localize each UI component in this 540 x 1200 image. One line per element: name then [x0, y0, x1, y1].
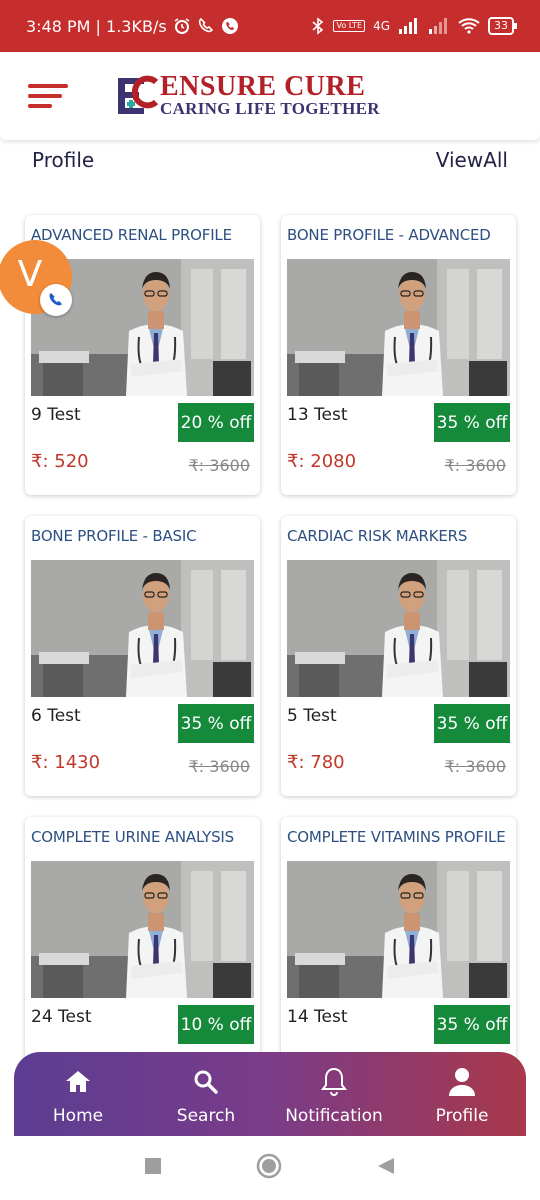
card-title: COMPLETE VITAMINS PROFILE: [287, 828, 506, 846]
call-forward-icon: [197, 17, 215, 35]
card-title: BONE PROFILE - BASIC: [31, 527, 197, 545]
nav-home[interactable]: Home: [18, 1064, 138, 1126]
card-title: CARDIAC RISK MARKERS: [287, 527, 468, 545]
doctor-image: [287, 560, 510, 697]
card-test-count: 9 Test: [31, 405, 81, 425]
nav-home-label: Home: [52, 1106, 104, 1126]
bell-icon: [318, 1064, 350, 1100]
nav-search[interactable]: Search: [146, 1064, 266, 1126]
card-original-price: ₹: 3600: [444, 456, 506, 475]
card-title: ADVANCED RENAL PROFILE: [31, 226, 232, 244]
doctor-image: [31, 560, 254, 697]
user-icon: [446, 1064, 478, 1100]
card-test-count: 24 Test: [31, 1007, 92, 1027]
volte-badge: Vo LTE: [333, 20, 366, 32]
battery-indicator: 33: [488, 17, 517, 35]
signal-2-icon: [428, 18, 450, 34]
test-package-card[interactable]: CARDIAC RISK MARKERS 5 Test 35 % off ₹: 780…: [281, 516, 516, 796]
home-icon: [63, 1064, 93, 1100]
card-original-price: ₹: 3600: [188, 456, 250, 475]
menu-button[interactable]: [24, 80, 72, 112]
card-price: ₹: 1430: [31, 752, 101, 773]
card-test-count: 14 Test: [287, 1007, 348, 1027]
doctor-image: [287, 259, 510, 396]
system-navigation-bar: [0, 1136, 540, 1200]
signal-icon: [398, 18, 420, 34]
section-title: Profile: [32, 148, 95, 172]
view-all-link[interactable]: ViewAll: [436, 148, 508, 172]
card-original-price: ₹: 3600: [188, 757, 250, 776]
ec-logo-icon: [114, 74, 159, 118]
discount-badge: 35 % off: [178, 704, 254, 743]
chat-avatar-letter: V: [17, 253, 43, 295]
home-circle-icon[interactable]: [256, 1153, 282, 1183]
nav-notification-label: Notification: [285, 1106, 383, 1126]
card-test-count: 5 Test: [287, 706, 337, 726]
network-type: 4G: [373, 19, 390, 33]
discount-badge: 35 % off: [434, 1005, 510, 1044]
card-price: ₹: 520: [31, 451, 89, 472]
app-header: ENSURE CURE CARING LIFE TOGETHER: [0, 52, 540, 140]
brand-tagline: CARING LIFE TOGETHER: [160, 99, 380, 118]
nav-search-label: Search: [176, 1106, 236, 1126]
card-title: COMPLETE URINE ANALYSIS: [31, 828, 234, 846]
nav-notification[interactable]: Notification: [274, 1064, 394, 1126]
status-time-speed: 3:48 PM | 1.3KB/s: [26, 16, 167, 36]
test-package-card[interactable]: BONE PROFILE - ADVANCED 13 Test 35 % off ₹:…: [281, 215, 516, 495]
phone-icon[interactable]: [40, 284, 72, 316]
card-price: ₹: 780: [287, 752, 345, 773]
status-right: Vo LTE 4G 33: [311, 17, 517, 35]
status-left: 3:48 PM | 1.3KB/s: [26, 17, 239, 36]
menu-bar-bottom: [28, 104, 52, 108]
back-icon[interactable]: [376, 1156, 396, 1180]
menu-bar-middle: [28, 94, 62, 98]
test-package-card[interactable]: BONE PROFILE - BASIC 6 Test 35 % off ₹: 143…: [25, 516, 260, 796]
whatsapp-icon: [221, 17, 239, 35]
doctor-image: [31, 861, 254, 998]
discount-badge: 10 % off: [178, 1005, 254, 1044]
brand-text: ENSURE CURE CARING LIFE TOGETHER: [160, 71, 380, 118]
card-test-count: 6 Test: [31, 706, 81, 726]
screen: 3:48 PM | 1.3KB/s Vo LTE 4G 33 ENSURE CU…: [0, 0, 540, 1200]
search-icon: [191, 1064, 221, 1100]
alarm-icon: [173, 17, 191, 35]
card-price: ₹: 2080: [287, 451, 357, 472]
bottom-navigation: Home Search Notification Profile: [14, 1052, 526, 1136]
nav-profile[interactable]: Profile: [402, 1064, 522, 1126]
menu-bar-top: [28, 84, 68, 88]
discount-badge: 35 % off: [434, 403, 510, 442]
status-bar: 3:48 PM | 1.3KB/s Vo LTE 4G 33: [0, 0, 540, 52]
discount-badge: 20 % off: [178, 403, 254, 442]
wifi-icon: [458, 18, 480, 34]
nav-profile-label: Profile: [435, 1106, 489, 1126]
card-title: BONE PROFILE - ADVANCED: [287, 226, 491, 244]
discount-badge: 35 % off: [434, 704, 510, 743]
bluetooth-icon: [311, 17, 325, 35]
recent-apps-icon[interactable]: [144, 1157, 162, 1179]
brand-title: ENSURE CURE: [160, 71, 366, 102]
card-test-count: 13 Test: [287, 405, 348, 425]
doctor-image: [287, 861, 510, 998]
brand-logo[interactable]: ENSURE CURE CARING LIFE TOGETHER: [114, 71, 380, 118]
card-original-price: ₹: 3600: [444, 757, 506, 776]
